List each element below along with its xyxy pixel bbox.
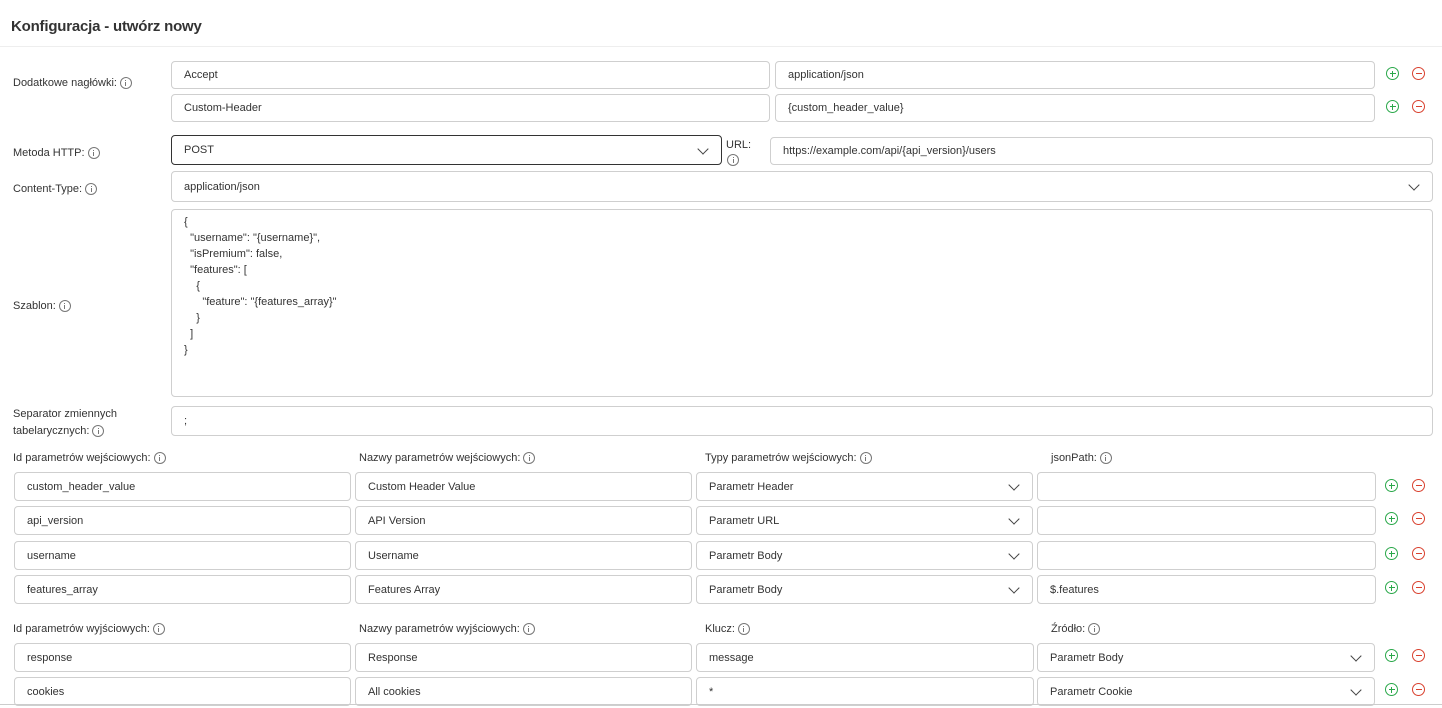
output-key-field[interactable]: message	[696, 643, 1034, 672]
header-divider	[0, 46, 1442, 47]
minus-circle-icon[interactable]	[1412, 547, 1425, 560]
output-source-header: Źródło:	[1051, 623, 1101, 635]
header-name-input[interactable]: Accept	[171, 61, 770, 89]
url-label: URL:	[726, 139, 752, 151]
info-icon[interactable]	[87, 147, 100, 159]
input-id-field[interactable]: username	[14, 541, 351, 570]
info-icon[interactable]	[522, 623, 535, 635]
input-name-field[interactable]: Custom Header Value	[355, 472, 692, 501]
input-path-header: jsonPath:	[1051, 452, 1112, 464]
output-name-header: Nazwy parametrów wyjściowych:	[359, 623, 535, 635]
input-path-field[interactable]	[1037, 541, 1376, 570]
input-path-field[interactable]	[1037, 472, 1376, 501]
plus-circle-icon[interactable]	[1386, 100, 1399, 113]
minus-circle-icon[interactable]	[1412, 479, 1425, 492]
input-id-field[interactable]: features_array	[14, 575, 351, 604]
plus-circle-icon[interactable]	[1385, 547, 1398, 560]
url-input[interactable]: https://example.com/api/{api_version}/us…	[770, 137, 1433, 165]
template-textarea[interactable]: { "username": "{username}", "isPremium":…	[171, 209, 1433, 397]
template-label: Szablon:	[13, 300, 71, 312]
output-source-select[interactable]: Parametr Body	[1037, 643, 1375, 672]
input-id-header: Id parametrów wejściowych:	[13, 452, 166, 464]
scroll-edge	[0, 704, 1442, 705]
minus-circle-icon[interactable]	[1412, 100, 1425, 113]
input-name-field[interactable]: Features Array	[355, 575, 692, 604]
info-icon[interactable]	[1088, 623, 1101, 635]
page-title: Konfiguracja - utwórz nowy	[11, 18, 202, 35]
output-id-field[interactable]: response	[14, 643, 351, 672]
input-name-field[interactable]: API Version	[355, 506, 692, 535]
plus-circle-icon[interactable]	[1385, 512, 1398, 525]
output-source-select[interactable]: Parametr Cookie	[1037, 677, 1375, 706]
info-icon[interactable]	[523, 452, 536, 464]
input-path-field[interactable]	[1037, 506, 1376, 535]
content-type-label: Content-Type:	[13, 183, 98, 195]
info-icon[interactable]	[92, 425, 105, 437]
separator-label-line1: Separator zmiennych	[13, 408, 117, 420]
output-id-field[interactable]: cookies	[14, 677, 351, 706]
info-icon[interactable]	[119, 77, 132, 89]
input-type-select[interactable]: Parametr Body	[696, 575, 1033, 604]
info-icon[interactable]	[727, 154, 739, 166]
info-icon[interactable]	[85, 183, 98, 195]
plus-circle-icon[interactable]	[1385, 479, 1398, 492]
minus-circle-icon[interactable]	[1412, 512, 1425, 525]
info-icon[interactable]	[737, 623, 750, 635]
info-icon[interactable]	[859, 452, 872, 464]
header-value-input[interactable]: application/json	[775, 61, 1375, 89]
header-value-input[interactable]: {custom_header_value}	[775, 94, 1375, 122]
output-key-field[interactable]: *	[696, 677, 1034, 706]
headers-label: Dodatkowe nagłówki:	[13, 77, 132, 89]
output-id-header: Id parametrów wyjściowych:	[13, 623, 165, 635]
info-icon[interactable]	[58, 300, 71, 312]
method-label: Metoda HTTP:	[13, 147, 100, 159]
separator-label: tabelarycznych:	[13, 425, 105, 437]
input-id-field[interactable]: custom_header_value	[14, 472, 351, 501]
info-icon[interactable]	[153, 452, 166, 464]
plus-circle-icon[interactable]	[1385, 581, 1398, 594]
output-key-header: Klucz:	[705, 623, 750, 635]
info-icon[interactable]	[152, 623, 165, 635]
minus-circle-icon[interactable]	[1412, 683, 1425, 696]
header-name-input[interactable]: Custom-Header	[171, 94, 770, 122]
input-type-select[interactable]: Parametr Header	[696, 472, 1033, 501]
output-name-field[interactable]: All cookies	[355, 677, 692, 706]
input-type-header: Typy parametrów wejściowych:	[705, 452, 872, 464]
input-name-header: Nazwy parametrów wejściowych:	[359, 452, 536, 464]
input-type-select[interactable]: Parametr URL	[696, 506, 1033, 535]
input-id-field[interactable]: api_version	[14, 506, 351, 535]
input-path-field[interactable]: $.features	[1037, 575, 1376, 604]
plus-circle-icon[interactable]	[1385, 683, 1398, 696]
info-icon[interactable]	[1099, 452, 1112, 464]
content-type-select[interactable]: application/json	[171, 171, 1433, 202]
output-name-field[interactable]: Response	[355, 643, 692, 672]
minus-circle-icon[interactable]	[1412, 649, 1425, 662]
input-name-field[interactable]: Username	[355, 541, 692, 570]
plus-circle-icon[interactable]	[1385, 649, 1398, 662]
minus-circle-icon[interactable]	[1412, 67, 1425, 80]
plus-circle-icon[interactable]	[1386, 67, 1399, 80]
method-select[interactable]: POST	[171, 135, 722, 165]
separator-input[interactable]: ;	[171, 406, 1433, 436]
minus-circle-icon[interactable]	[1412, 581, 1425, 594]
input-type-select[interactable]: Parametr Body	[696, 541, 1033, 570]
